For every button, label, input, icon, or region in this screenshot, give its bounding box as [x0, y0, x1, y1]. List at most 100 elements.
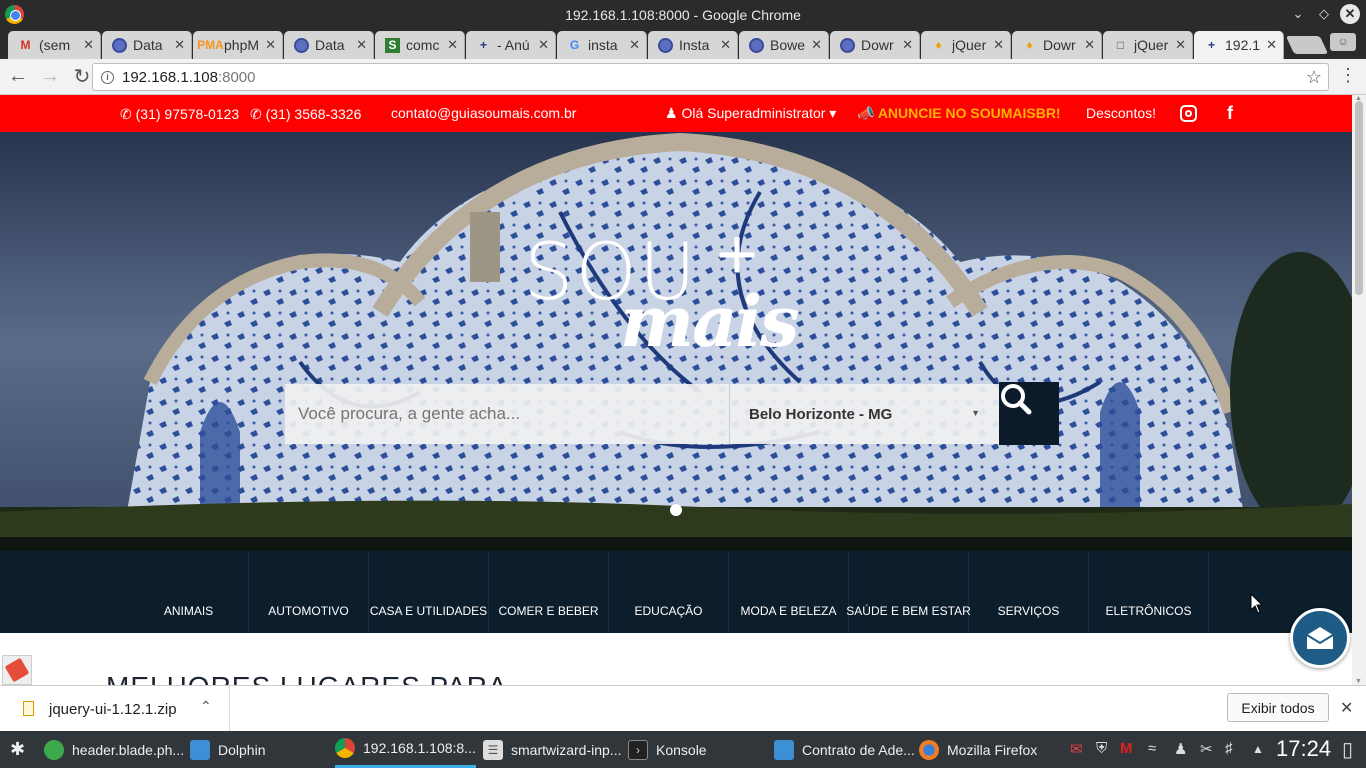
tab-phpmyadmin[interactable]: PMA phpM ✕ — [193, 31, 283, 59]
contact-mail-button[interactable] — [1290, 608, 1350, 668]
whatsapp-link[interactable]: ✆ (31) 97578-0123 — [120, 106, 239, 123]
task-firefox[interactable]: Mozilla Firefox — [919, 731, 1037, 768]
search-button[interactable] — [999, 382, 1059, 445]
tab-composer[interactable]: Scomc ✕ — [375, 31, 465, 59]
city-select[interactable]: Belo Horizonte - MG ▼ — [729, 384, 999, 444]
tab-download-2[interactable]: ♦ Dowr ✕ — [1012, 31, 1102, 59]
close-icon[interactable]: ✕ — [1084, 37, 1095, 53]
tab-data-2[interactable]: Data ✕ — [284, 31, 374, 59]
advertise-link[interactable]: 📣 ANUNCIE NO SOUMAISBR! — [857, 105, 1061, 122]
category-educacao[interactable]: EDUCAÇÃO — [609, 551, 729, 633]
tab-jquery[interactable]: ♦ jQuer ✕ — [921, 31, 1011, 59]
tray-mail-icon[interactable]: ✉ — [1070, 740, 1083, 758]
close-icon[interactable]: ✕ — [629, 37, 640, 53]
close-icon[interactable]: ✕ — [993, 37, 1004, 53]
tray-shield-icon[interactable]: ⛨ — [1096, 740, 1107, 757]
close-icon[interactable]: ✕ — [538, 37, 549, 53]
maximize-button[interactable]: ◇ — [1314, 4, 1334, 24]
search-input[interactable] — [285, 384, 729, 444]
tab-bower[interactable]: Bowe ✕ — [739, 31, 829, 59]
megaphone-icon: 📣 — [857, 105, 875, 121]
app-launcher-icon[interactable]: ✱ — [10, 731, 25, 768]
show-all-downloads-button[interactable]: Exibir todos — [1227, 693, 1329, 722]
scroll-down-icon[interactable]: ▼ — [1355, 678, 1362, 685]
soumais-logo[interactable]: SOU + mais — [524, 215, 844, 363]
back-arrow-icon[interactable]: ← — [4, 63, 32, 91]
close-icon[interactable]: ✕ — [83, 37, 94, 53]
close-icon[interactable]: ✕ — [1266, 37, 1277, 53]
category-servicos[interactable]: SERVIÇOS — [969, 551, 1089, 633]
browser-menu-icon[interactable]: ⋮ — [1339, 65, 1357, 86]
close-icon[interactable]: ✕ — [356, 37, 367, 53]
task-header-blade[interactable]: header.blade.ph... — [44, 731, 184, 768]
category-animais[interactable]: ANIMAIS — [129, 551, 249, 633]
tab-data[interactable]: Data ✕ — [102, 31, 192, 59]
minimize-button[interactable]: ⌄ — [1288, 4, 1308, 24]
chevron-up-icon[interactable]: ⌃ — [200, 698, 212, 715]
tab-label: 192.1 — [1225, 37, 1261, 53]
tab-label: insta — [588, 37, 618, 53]
close-icon[interactable]: ✕ — [1175, 37, 1186, 53]
close-icon[interactable]: ✕ — [811, 37, 822, 53]
close-icon[interactable]: ✕ — [720, 37, 731, 53]
close-window-button[interactable]: ✕ — [1340, 4, 1360, 24]
category-comer-e-beber[interactable]: COMER E BEBER — [489, 551, 609, 633]
whatsapp-number: (31) 97578-0123 — [135, 106, 240, 122]
profile-icon[interactable]: ☺ — [1330, 33, 1356, 51]
close-icon[interactable]: ✕ — [265, 37, 276, 53]
window-controls: ⌄ ◇ ✕ — [1288, 4, 1360, 24]
discounts-link[interactable]: Descontos! — [1086, 105, 1156, 121]
category-moda-e-beleza[interactable]: MODA E BELEZA — [729, 551, 849, 633]
tray-volume-icon[interactable]: ♯ — [1225, 740, 1233, 757]
tab-gmail[interactable]: M (sem ✕ — [8, 31, 101, 59]
email-link[interactable]: contato@guiasoumais.com.br — [391, 105, 576, 121]
desktop-icon[interactable]: ▯ — [1342, 737, 1353, 762]
download-item[interactable]: jquery-ui-1.12.1.zip ⌃ — [0, 686, 230, 732]
info-icon[interactable]: i — [101, 70, 114, 84]
taskbar-clock[interactable]: 17:24 — [1276, 736, 1331, 762]
user-icon: ♟ — [665, 105, 678, 121]
side-widget-tab[interactable] — [2, 655, 32, 685]
task-smartwizard[interactable]: ☰ smartwizard-inp... — [483, 731, 621, 768]
task-dolphin[interactable]: Dolphin — [190, 731, 265, 768]
facebook-icon[interactable]: f — [1219, 102, 1241, 124]
bookmark-star-icon[interactable]: ☆ — [1306, 67, 1322, 88]
tray-wifi-icon[interactable]: ≈ — [1148, 740, 1156, 757]
tab-jquery-2[interactable]: □ jQuer ✕ — [1103, 31, 1193, 59]
chrome-icon[interactable] — [5, 5, 24, 24]
tray-user-icon[interactable]: ♟ — [1174, 740, 1187, 758]
tab-download[interactable]: Dowr ✕ — [830, 31, 920, 59]
address-bar[interactable]: i 192.168.1.108:8000 ☆ — [92, 63, 1329, 91]
task-konsole[interactable]: › Konsole — [628, 731, 707, 768]
address-port: :8000 — [217, 68, 256, 86]
category-automotivo[interactable]: AUTOMOTIVO — [249, 551, 369, 633]
tab-label: Dowr — [1043, 37, 1076, 53]
category-eletronicos[interactable]: ELETRÔNICOS — [1089, 551, 1209, 633]
tray-scissors-icon[interactable]: ✂ — [1200, 740, 1213, 758]
task-label: Dolphin — [218, 741, 266, 758]
tab-label: phpM — [224, 37, 260, 53]
close-icon[interactable]: ✕ — [902, 37, 913, 53]
tray-expand-icon[interactable]: ▲ — [1252, 742, 1264, 756]
close-icon[interactable]: ✕ — [447, 37, 458, 53]
tab-google-search[interactable]: Ginsta ✕ — [557, 31, 647, 59]
close-icon[interactable]: ✕ — [174, 37, 185, 53]
page-scrollbar[interactable]: ▲ ▼ — [1352, 95, 1366, 685]
search-icon — [1001, 384, 1032, 415]
task-contrato[interactable]: Contrato de Ade... — [774, 731, 915, 768]
phone-link[interactable]: ✆ (31) 3568-3326 — [250, 106, 361, 123]
user-menu[interactable]: ♟ Olá Superadministrator ▾ — [665, 105, 836, 122]
forward-arrow-icon[interactable]: → — [36, 63, 64, 91]
tray-mega-icon[interactable]: M — [1120, 740, 1133, 757]
phone-number: (31) 3568-3326 — [265, 106, 362, 122]
task-chrome[interactable]: 192.168.1.108:8... — [335, 731, 476, 768]
tab-active-local[interactable]: +192.1 ✕ — [1194, 31, 1284, 59]
category-casa-e-utilidades[interactable]: CASA E UTILIDADES — [369, 551, 489, 633]
close-download-bar-icon[interactable]: ✕ — [1340, 698, 1353, 718]
tab-anuncio[interactable]: + - Anú ✕ — [466, 31, 556, 59]
scrollbar-thumb[interactable] — [1355, 101, 1363, 295]
instagram-icon[interactable] — [1177, 102, 1199, 124]
category-saude-e-bem-estar[interactable]: SAÚDE E BEM ESTAR — [846, 551, 971, 633]
tab-install[interactable]: Insta ✕ — [648, 31, 738, 59]
carousel-dot[interactable] — [670, 504, 682, 516]
